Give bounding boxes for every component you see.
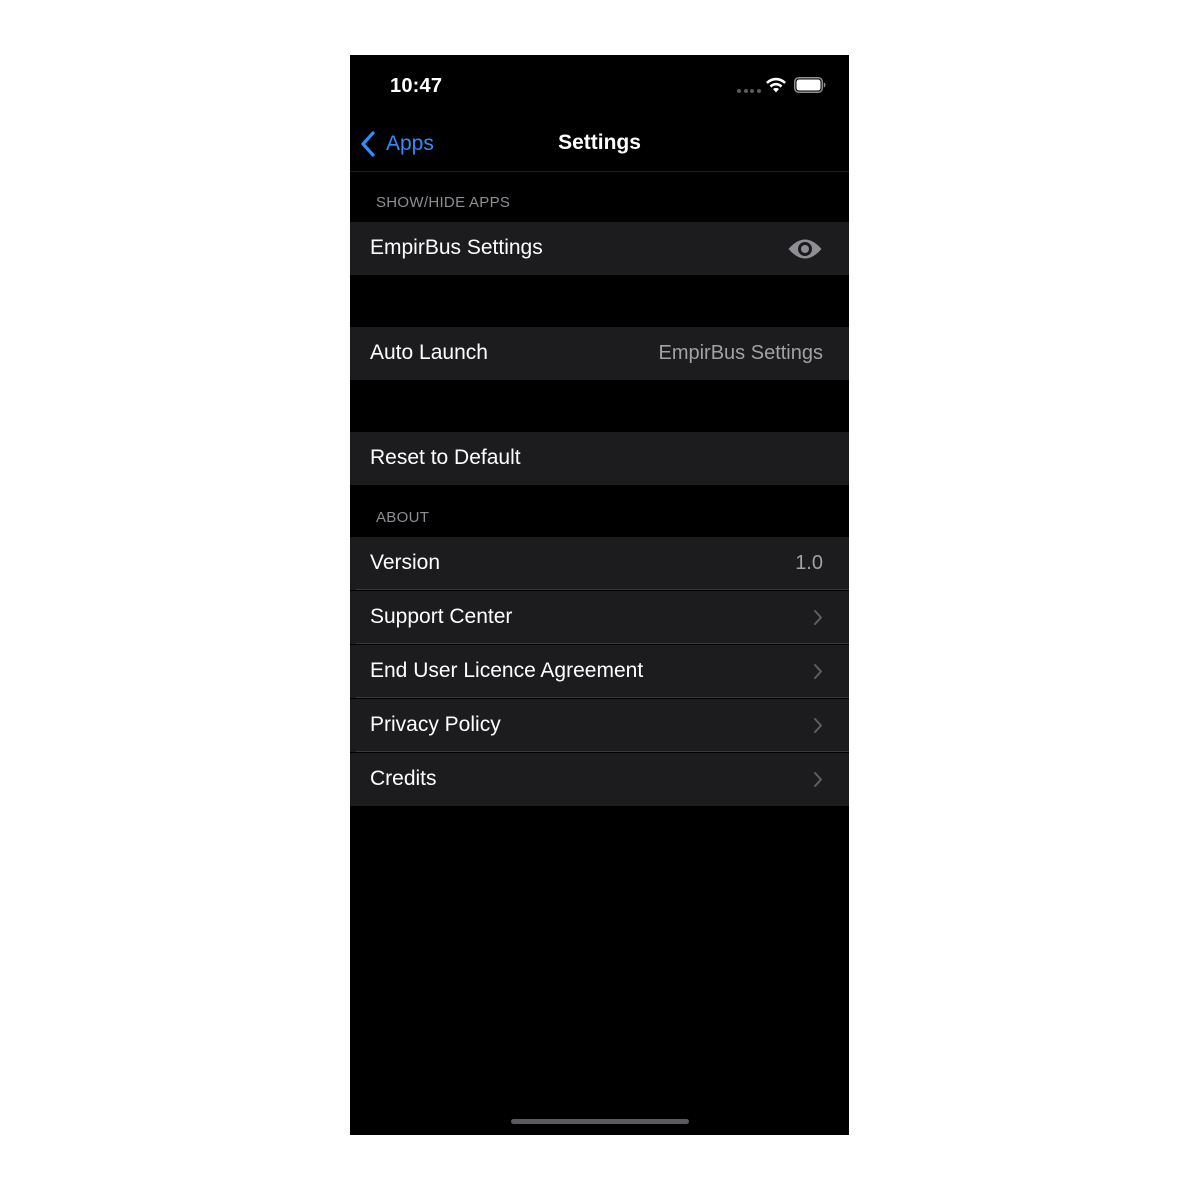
cell-label: Support Center	[370, 605, 513, 628]
cell-value: EmpirBus Settings	[658, 342, 823, 364]
section-header-show-hide-apps: SHOW/HIDE APPS	[376, 194, 511, 211]
divider	[356, 697, 849, 698]
page-title: Settings	[558, 131, 641, 154]
cell-label: Auto Launch	[370, 341, 488, 364]
cell-support-center[interactable]: Support Center	[350, 591, 849, 644]
cell-empirbus-settings[interactable]: EmpirBus Settings	[350, 222, 849, 275]
status-time: 10:47	[390, 75, 443, 97]
cell-label: Version	[370, 551, 441, 574]
cell-auto-launch[interactable]: Auto Launch EmpirBus Settings	[350, 327, 849, 380]
cell-end-user-licence-agreement[interactable]: End User Licence Agreement	[350, 645, 849, 698]
chevron-right-icon	[814, 610, 822, 625]
cell-label: Reset to Default	[370, 446, 521, 469]
cell-privacy-policy[interactable]: Privacy Policy	[350, 699, 849, 752]
battery-icon	[794, 77, 826, 93]
reset-to-default-button[interactable]: Reset to Default	[350, 432, 849, 485]
wifi-icon	[766, 77, 786, 93]
home-indicator[interactable]	[511, 1119, 689, 1124]
chevron-right-icon	[814, 664, 822, 679]
chevron-right-icon	[814, 772, 822, 787]
version-value: 1.0	[795, 552, 823, 574]
cell-version: Version 1.0	[350, 537, 849, 590]
cellular-signal-icon	[737, 89, 761, 93]
cell-label: Credits	[370, 767, 437, 790]
chevron-right-icon	[814, 718, 822, 733]
cell-label: Privacy Policy	[370, 713, 501, 736]
cell-credits[interactable]: Credits	[350, 753, 849, 806]
cell-label: End User Licence Agreement	[370, 659, 644, 682]
section-header-about: ABOUT	[376, 509, 430, 526]
status-bar: 10:47	[350, 55, 849, 117]
phone-screen: 10:47 Apps Settings SHOW/HIDE APPS Empir…	[350, 55, 849, 1135]
divider	[356, 589, 849, 590]
cell-label: EmpirBus Settings	[370, 236, 543, 259]
divider	[356, 751, 849, 752]
navigation-bar: Apps Settings	[350, 117, 849, 172]
divider	[356, 643, 849, 644]
eye-icon[interactable]	[787, 236, 823, 262]
